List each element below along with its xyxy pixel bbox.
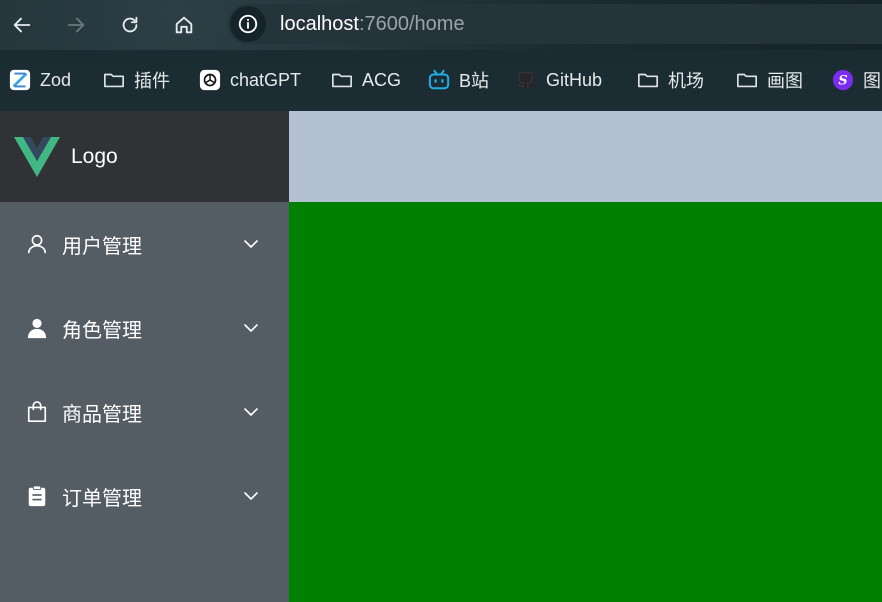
logo-bar[interactable]: Logo — [0, 111, 289, 202]
user-outline-icon — [25, 232, 49, 256]
main-content — [289, 202, 882, 602]
shopping-bag-icon — [25, 400, 49, 424]
bookmark-label: B站 — [459, 71, 490, 91]
bookmark-label: 图 — [863, 71, 881, 91]
bookmark-chatgpt[interactable]: chatGPT — [192, 62, 307, 98]
app-page: Logo 用户管理 角色管理 商品管理 订单管理 — [0, 111, 882, 602]
home-button[interactable] — [170, 11, 198, 39]
user-filled-icon — [25, 316, 49, 340]
menu-item-role-management[interactable]: 角色管理 — [0, 286, 289, 370]
address-bar[interactable]: localhost:7600/home — [228, 4, 882, 44]
menu-item-label: 用户管理 — [62, 233, 142, 258]
bookmark-github[interactable]: GitHub — [508, 62, 608, 98]
arrow-right-icon — [67, 17, 85, 33]
bookmark-drawing[interactable]: 画图 — [729, 62, 809, 98]
clipboard-icon — [25, 484, 49, 508]
reload-icon — [122, 16, 138, 33]
menu-item-order-management[interactable]: 订单管理 — [0, 454, 289, 538]
menu-item-label: 订单管理 — [62, 485, 142, 510]
bookmark-label: 插件 — [134, 71, 170, 91]
bookmark-zod[interactable]: Zod — [2, 62, 77, 98]
chevron-down-icon — [244, 240, 258, 248]
github-icon — [514, 68, 538, 92]
menu-item-product-management[interactable]: 商品管理 — [0, 370, 289, 454]
menu-item-label: 角色管理 — [62, 317, 142, 342]
bookmark-label: 画图 — [767, 71, 803, 91]
bookmark-label: GitHub — [546, 69, 603, 90]
vue-logo-icon — [14, 136, 60, 177]
url-host: localhost — [280, 12, 359, 35]
openai-icon — [198, 68, 222, 92]
home-icon — [175, 16, 193, 34]
forward-button[interactable] — [62, 11, 90, 39]
folder-icon — [636, 68, 660, 92]
menu-item-label: 商品管理 — [62, 401, 142, 426]
bilibili-icon — [427, 68, 451, 92]
bookmark-bilibili[interactable]: B站 — [421, 62, 495, 98]
svg-text:S: S — [838, 74, 847, 89]
bookmark-acg[interactable]: ACG — [324, 62, 407, 98]
bookmarks-bar: Zod 插件 chatGPT ACG B站 GitHub 机场 画图 S 图 — [0, 50, 882, 111]
zod-icon — [8, 68, 32, 92]
header — [289, 111, 882, 202]
chevron-down-icon — [244, 408, 258, 416]
bookmark-image[interactable]: S 图 — [825, 62, 882, 98]
site-info-icon[interactable] — [230, 6, 266, 42]
url-text[interactable]: localhost:7600/home — [280, 13, 465, 36]
bookmark-label: 机场 — [668, 71, 704, 91]
logo-text: Logo — [71, 144, 118, 168]
menu-item-user-management[interactable]: 用户管理 — [0, 202, 289, 286]
reload-button[interactable] — [116, 11, 144, 39]
chevron-down-icon — [244, 492, 258, 500]
folder-icon — [735, 68, 759, 92]
bookmark-label: Zod — [40, 69, 72, 90]
browser-toolbar: localhost:7600/home — [0, 0, 882, 50]
bookmark-label: ACG — [362, 69, 402, 90]
folder-icon — [102, 68, 126, 92]
bookmark-airport[interactable]: 机场 — [630, 62, 710, 98]
back-button[interactable] — [8, 11, 36, 39]
bookmark-label: chatGPT — [230, 69, 302, 90]
sidebar: Logo 用户管理 角色管理 商品管理 订单管理 — [0, 111, 289, 602]
bookmark-plugins[interactable]: 插件 — [96, 62, 176, 98]
arrow-left-icon — [13, 17, 31, 33]
folder-icon — [330, 68, 354, 92]
s-logo-icon: S — [831, 68, 855, 92]
url-path: :7600/home — [358, 12, 465, 35]
chevron-down-icon — [244, 324, 258, 332]
